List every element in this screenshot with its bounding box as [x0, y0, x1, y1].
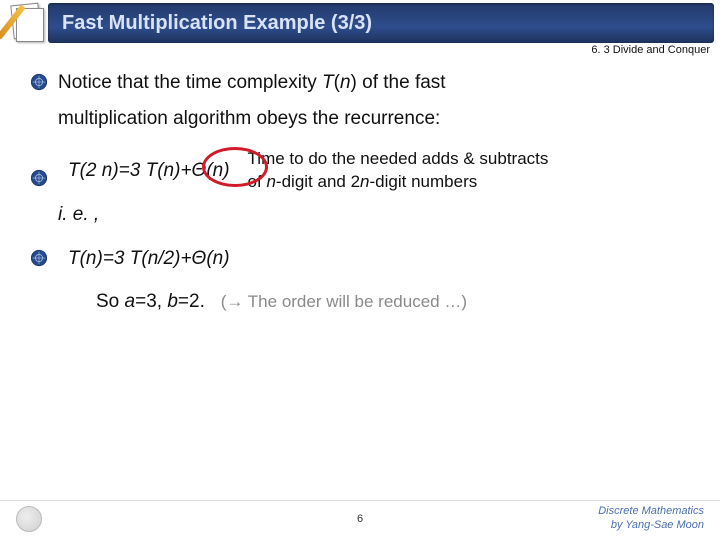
bullet-icon: [30, 165, 48, 183]
order-reduced-note: (→ The order will be reduced …): [221, 292, 467, 311]
header-decor-icon: [6, 2, 48, 44]
section-label: 6. 3 Divide and Conquer: [591, 44, 710, 56]
recurrence-1-note: Time to do the needed adds & subtracts o…: [248, 148, 549, 194]
course-credit: Discrete Mathematics by Yang-Sae Moon: [598, 505, 704, 531]
bullet-icon: [30, 245, 48, 263]
ie-label: i. e. ,: [30, 198, 690, 232]
intro-line-2: multiplication algorithm obeys the recur…: [30, 102, 690, 136]
bullet-icon: [30, 69, 48, 87]
footer: 6 Discrete Mathematics by Yang-Sae Moon: [0, 500, 720, 536]
slide-title: Fast Multiplication Example (3/3): [48, 3, 714, 43]
intro-line-1: Notice that the time complexity T(n) of …: [30, 66, 690, 100]
recurrence-2: T(n)=3 T(n/2)+Θ(n): [68, 242, 230, 276]
recurrence-1: T(2 n)=3 T(n)+Θ(n): [68, 154, 230, 188]
university-seal-icon: [16, 506, 42, 532]
page-number: 6: [357, 513, 363, 525]
recurrence-1-row: T(2 n)=3 T(n)+Θ(n) Time to do the needed…: [30, 148, 690, 194]
recurrence-2-row: T(n)=3 T(n/2)+Θ(n): [30, 242, 690, 276]
so-line: So a=3, b=2. (→ The order will be reduce…: [30, 285, 690, 319]
intro-text-1: Notice that the time complexity T(n) of …: [58, 66, 446, 100]
slide-title-text: Fast Multiplication Example (3/3): [62, 12, 372, 35]
